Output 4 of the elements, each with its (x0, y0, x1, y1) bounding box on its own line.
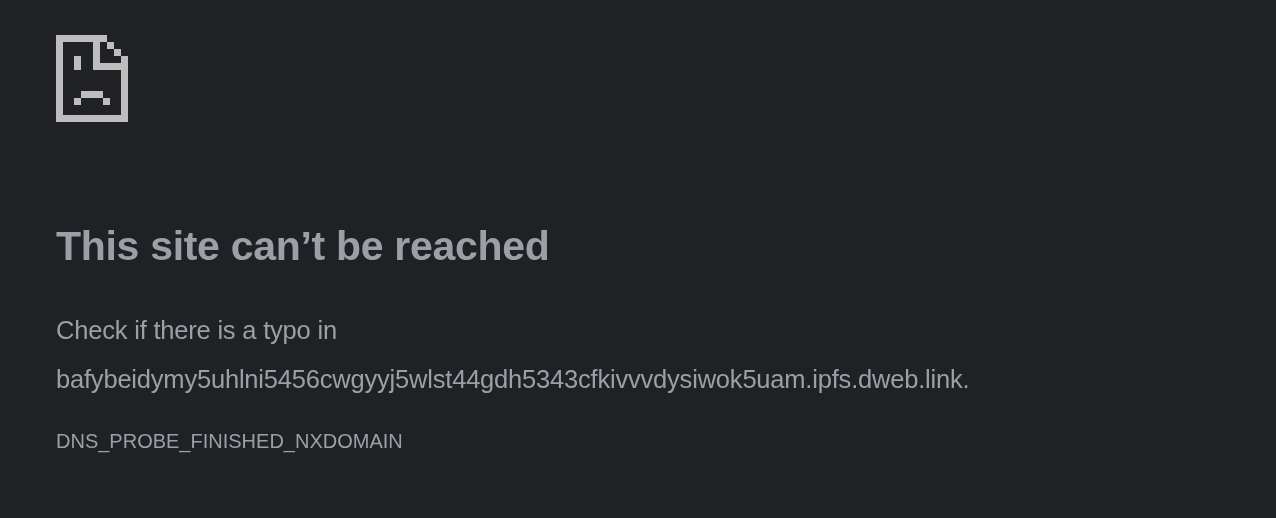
error-code: DNS_PROBE_FINISHED_NXDOMAIN (56, 429, 403, 455)
error-heading: This site can’t be reached (56, 222, 550, 270)
sad-page-icon (56, 35, 128, 122)
error-message: Check if there is a typo in bafybeidymy5uhlni5456cwgyyj5wlst44gdh5343cfkivvvdysiwok5uam.ipfs.dweb.link. (56, 315, 970, 395)
